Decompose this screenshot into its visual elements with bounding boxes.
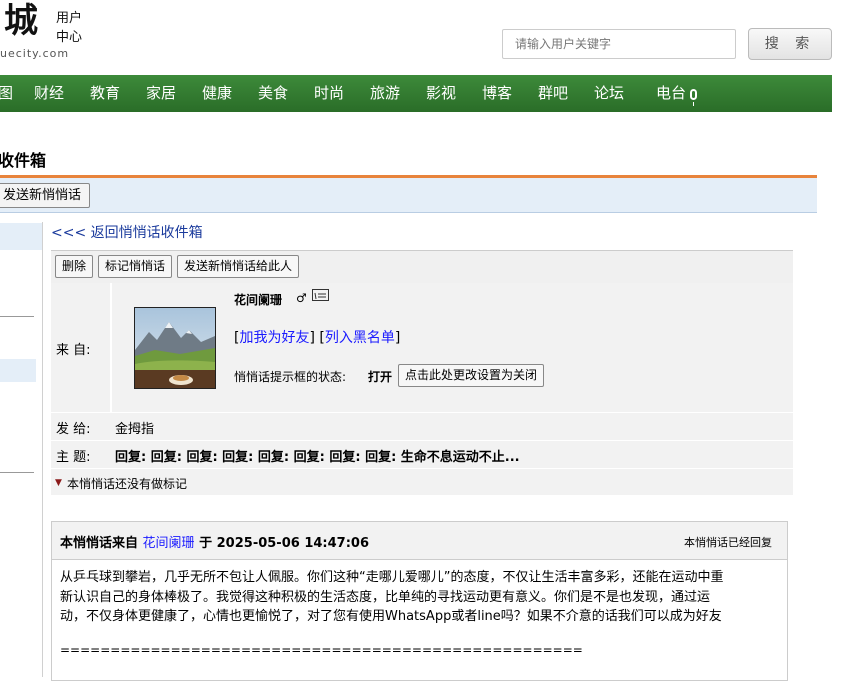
nav-item-fashion[interactable]: 时尚 bbox=[314, 75, 344, 112]
message-separator: ========================================… bbox=[60, 643, 583, 657]
subject-value: 回复: 回复: 回复: 回复: 回复: 回复: 回复: 回复: 生命不息运动不止… bbox=[115, 450, 520, 465]
avatar-landscape-image bbox=[135, 308, 215, 388]
search-input[interactable] bbox=[502, 29, 736, 59]
delete-button[interactable]: 删除 bbox=[55, 255, 94, 278]
status-value: 打开 bbox=[368, 370, 393, 384]
message-body-line: 从乒乓球到攀岩，几乎无所不包让人佩服。你们这种“走哪儿爱哪儿”的态度，不仅让生活… bbox=[60, 570, 724, 585]
search-button[interactable]: 搜 索 bbox=[748, 28, 832, 60]
nav-item-education[interactable]: 教育 bbox=[90, 75, 120, 112]
row-divider bbox=[51, 412, 793, 413]
nav-item-travel[interactable]: 旅游 bbox=[370, 75, 400, 112]
subject-label: 主 题: bbox=[56, 450, 91, 465]
row-divider bbox=[51, 440, 793, 441]
message-datetime: 2025-05-06 14:47:06 bbox=[216, 536, 369, 551]
microphone-icon bbox=[690, 89, 698, 106]
nav-item-group[interactable]: 群吧 bbox=[538, 75, 568, 112]
nav-item-blog[interactable]: 博客 bbox=[482, 75, 512, 112]
row-divider bbox=[51, 468, 793, 469]
sidebar-item-active[interactable] bbox=[0, 223, 42, 250]
profile-card-icon[interactable] bbox=[312, 289, 329, 301]
user-center-label: 用户 中心 bbox=[56, 9, 82, 47]
message-from: 本悄悄话来自 花间阑珊 于 2025-05-06 14:47:06 bbox=[60, 532, 369, 551]
sidebar-item-highlight[interactable] bbox=[0, 359, 36, 382]
message-body: 从乒乓球到攀岩，几乎无所不包让人佩服。你们这种“走哪儿爱哪儿”的态度，不仅让生活… bbox=[60, 568, 782, 627]
status-label: 悄悄话提示框的状态: bbox=[234, 370, 347, 384]
nav-item-radio[interactable]: 电台 bbox=[656, 75, 698, 112]
message-body-line: 新认识自己的身体棒极了。我觉得这种积极的生活态度，比单纯的寻找运动更有意义。你们… bbox=[60, 589, 711, 605]
to-label: 发 给: bbox=[56, 422, 91, 437]
page-title: 收件箱 bbox=[0, 151, 47, 170]
message-sender-link[interactable]: 花间阑珊 bbox=[143, 536, 195, 551]
message-body-line: 动，不仅身体更健康了，心情也更愉悦了，对了您有使用WhatsApp或者line吗… bbox=[60, 609, 722, 624]
message-reply-status: 本悄悄话已经回复 bbox=[684, 536, 772, 549]
user-center-line1: 用户 bbox=[56, 11, 83, 26]
message-date-prefix: 于 bbox=[199, 536, 213, 551]
nav-item-health[interactable]: 健康 bbox=[202, 75, 232, 112]
nav-item-forum[interactable]: 论坛 bbox=[594, 75, 624, 112]
nav-item-home[interactable]: 家居 bbox=[146, 75, 176, 112]
nav-item-map[interactable]: 图 bbox=[0, 75, 13, 112]
flag-icon: ▼ bbox=[55, 478, 62, 488]
site-logo[interactable]: 城 bbox=[4, 4, 38, 38]
column-divider bbox=[110, 283, 112, 412]
male-icon: ♂ bbox=[296, 291, 307, 305]
user-center-line2: 中心 bbox=[56, 30, 83, 45]
message-from-prefix: 本悄悄话来自 bbox=[60, 536, 139, 551]
nav-item-radio-label: 电台 bbox=[656, 84, 687, 102]
friend-actions: [加我为好友] [列入黑名单] bbox=[234, 330, 401, 346]
sidebar-border bbox=[42, 222, 43, 677]
blacklist-link[interactable]: 列入黑名单 bbox=[325, 330, 395, 346]
main-nav: 图 财经 教育 家居 健康 美食 时尚 旅游 影视 博客 群吧 论坛 电台 bbox=[0, 75, 832, 112]
nav-item-film[interactable]: 影视 bbox=[426, 75, 456, 112]
recipient-name: 金拇指 bbox=[115, 422, 155, 437]
flag-status-text: 本悄悄话还没有做标记 bbox=[67, 477, 188, 491]
toggle-status-button[interactable]: 点击此处更改设置为关闭 bbox=[398, 364, 545, 387]
nav-item-finance[interactable]: 财经 bbox=[34, 75, 64, 112]
sender-avatar[interactable] bbox=[134, 307, 216, 389]
sidebar-divider bbox=[0, 472, 34, 473]
from-label: 来 自: bbox=[56, 343, 91, 358]
profile-card-lines bbox=[314, 292, 326, 300]
send-new-message-button[interactable]: 发送新悄悄话 bbox=[0, 183, 91, 208]
back-to-inbox-link[interactable]: <<< 返回悄悄话收件箱 bbox=[51, 222, 203, 242]
action-bar bbox=[0, 178, 817, 213]
sidebar-divider bbox=[0, 316, 34, 317]
sender-name[interactable]: 花间阑珊 bbox=[234, 291, 282, 308]
send-to-sender-button[interactable]: 发送新悄悄话给此人 bbox=[177, 255, 300, 278]
nav-item-food[interactable]: 美食 bbox=[258, 75, 288, 112]
site-domain: uecity.com bbox=[0, 47, 70, 60]
mark-message-button[interactable]: 标记悄悄话 bbox=[98, 255, 173, 278]
add-friend-link[interactable]: 加我为好友 bbox=[239, 330, 309, 346]
